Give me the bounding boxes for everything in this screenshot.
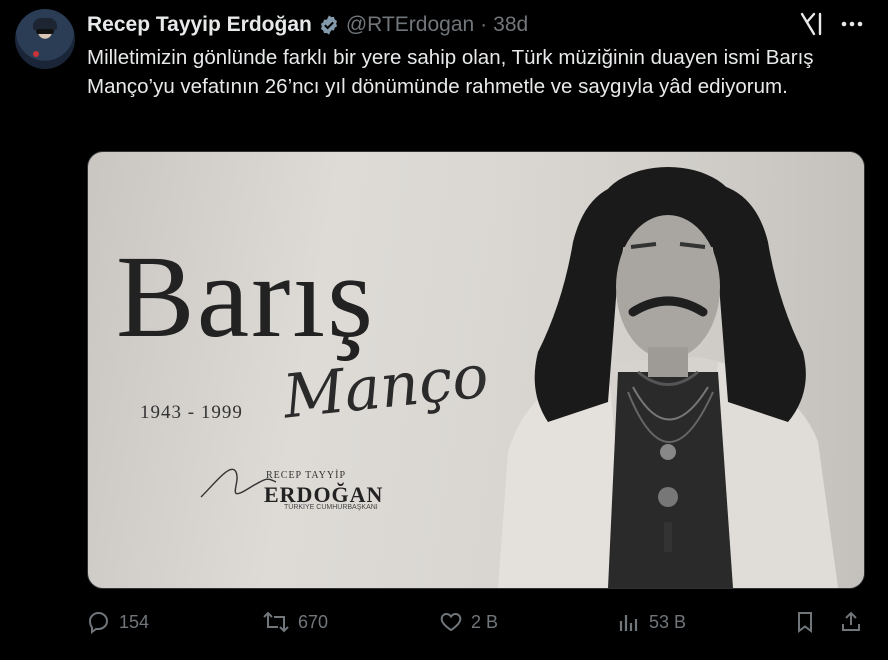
avatar-badge [33, 51, 39, 57]
signature-sub: TÜRKİYE CUMHURBAŞKANI [284, 504, 378, 511]
avatar-glasses [36, 29, 54, 34]
tweet-time[interactable]: 38d [493, 13, 528, 37]
views-icon [619, 615, 638, 631]
portrait-photo [468, 152, 864, 588]
action-bar: 154 670 2 B 53 B [87, 607, 867, 637]
avatar[interactable] [15, 9, 75, 69]
more-icon[interactable] [838, 10, 866, 38]
image-years: 1943 - 1999 [140, 402, 243, 423]
image-title: Barış [116, 231, 376, 362]
reply-icon [88, 611, 109, 634]
share-icon [842, 611, 860, 631]
repost-button[interactable]: 670 [262, 607, 328, 637]
share-button[interactable] [839, 607, 871, 637]
repost-icon [263, 611, 289, 633]
views-button[interactable]: 53 B [617, 607, 686, 637]
bookmark-icon [798, 612, 812, 633]
views-count: 53 B [649, 611, 687, 632]
bookmark-button[interactable] [793, 607, 825, 637]
like-count: 2 B [471, 611, 499, 632]
verified-icon [318, 14, 340, 36]
author-handle[interactable]: @RTErdogan [346, 13, 474, 37]
like-icon [440, 612, 462, 632]
grok-icon[interactable] [798, 10, 826, 38]
reply-button[interactable]: 154 [87, 607, 149, 637]
repost-count: 670 [298, 611, 329, 632]
tweet-header: Recep Tayyip Erdoğan @RTErdogan · 38d [87, 12, 528, 38]
separator-dot: · [480, 13, 488, 36]
signature-top: RECEP TAYYİP [266, 470, 347, 481]
tweet-text: Milletimizin gönlünde farklı bir yere sa… [87, 46, 814, 98]
reply-count: 154 [119, 611, 150, 632]
tweet-image[interactable]: Barış Manço 1943 - 1999 RECEP TAYYİP ERD… [87, 151, 865, 589]
author-name[interactable]: Recep Tayyip Erdoğan [87, 13, 312, 37]
like-button[interactable]: 2 B [439, 607, 498, 637]
